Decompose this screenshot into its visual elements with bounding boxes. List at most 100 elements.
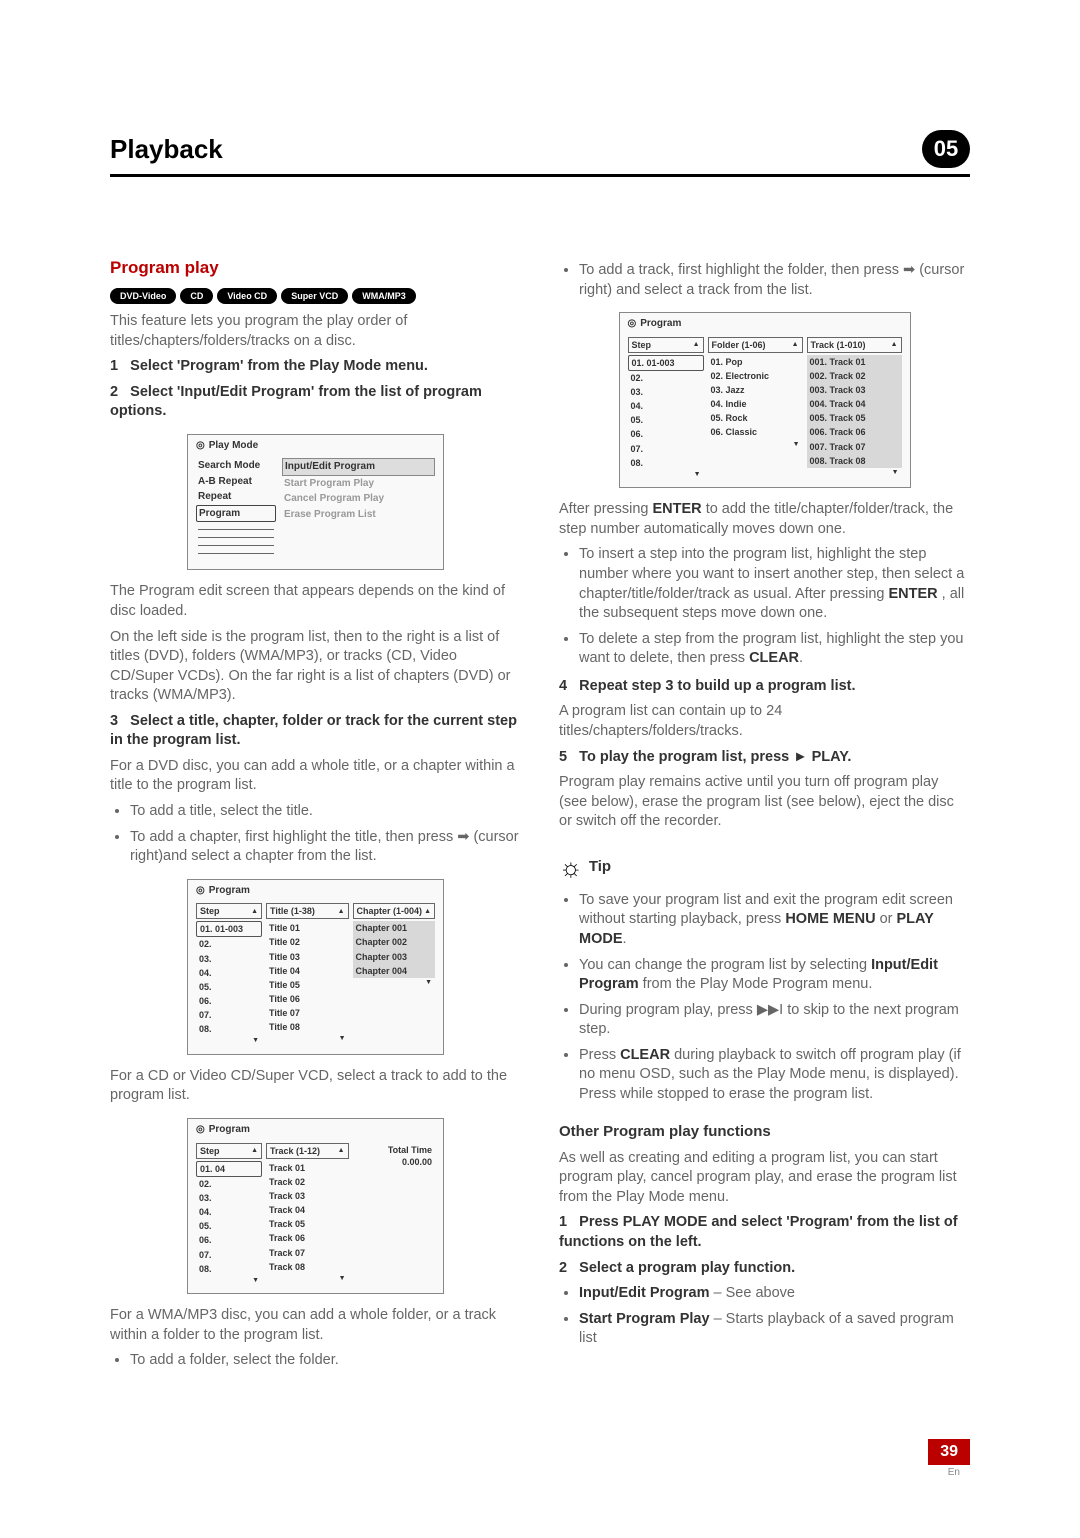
osd-title: Play Mode: [188, 435, 443, 457]
bullet-item: To add a folder, select the folder.: [130, 1351, 521, 1371]
osd-cell: 04.: [628, 399, 704, 413]
col-header: Folder (1-06): [708, 337, 803, 353]
step-1b: 1 Press PLAY MODE and select 'Program' f…: [559, 1213, 970, 1252]
osd-item: Start Program Play: [282, 476, 435, 492]
body-text: After pressing ENTER to add the title/ch…: [559, 500, 970, 539]
scroll-down-icon: [807, 468, 902, 477]
osd-cell: 01. 01-003: [196, 921, 262, 937]
badge-cd: CD: [180, 288, 213, 304]
osd-cell: Title 05: [266, 978, 349, 992]
osd-cell: 001. Track 01: [807, 355, 902, 369]
step-text: Select a program play function.: [579, 1260, 795, 1276]
osd-cell: 03.: [196, 952, 262, 966]
bullet-item: During program play, press ▶▶I to skip t…: [579, 1001, 970, 1040]
step-4: 4 Repeat step 3 to build up a program li…: [559, 677, 970, 697]
osd-cell: 004. Track 04: [807, 397, 902, 411]
osd-item-selected: Program: [196, 505, 276, 523]
osd-cell: Title 04: [266, 964, 349, 978]
osd-cell: Chapter 003: [353, 950, 436, 964]
step-number: 2: [559, 1260, 567, 1276]
step-text: Press PLAY MODE and select 'Program' fro…: [559, 1214, 958, 1250]
osd-cell: 007. Track 07: [807, 440, 902, 454]
osd-cell: 04.: [196, 966, 262, 980]
osd-cell: 05. Rock: [708, 411, 803, 425]
osd-title: Program: [620, 313, 910, 335]
subheading: Other Program play functions: [559, 1122, 970, 1142]
osd-cell: 06.: [196, 1233, 262, 1247]
osd-cell: 06. Classic: [708, 425, 803, 439]
bullet-list: To add a track, first highlight the fold…: [559, 261, 970, 300]
osd-cell: Track 04: [266, 1203, 349, 1217]
page-language: En: [110, 1467, 970, 1478]
page-footer: 39 En: [110, 1439, 970, 1478]
bullet-list: To add a folder, select the folder.: [110, 1351, 521, 1371]
bullet-item: Press CLEAR during playback to switch of…: [579, 1046, 970, 1105]
scroll-down-icon: [266, 1034, 349, 1043]
osd-cell: 05.: [628, 413, 704, 427]
body-text: Program play remains active until you tu…: [559, 773, 970, 832]
bullet-item: To insert a step into the program list, …: [579, 545, 970, 623]
osd-cell: 002. Track 02: [807, 369, 902, 383]
osd-cell: Track 03: [266, 1189, 349, 1203]
osd-cell: Track 06: [266, 1231, 349, 1245]
osd-item: Cancel Program Play: [282, 491, 435, 507]
step-1: 1 Select 'Program' from the Play Mode me…: [110, 357, 521, 377]
step-2: 2 Select 'Input/Edit Program' from the l…: [110, 383, 521, 422]
osd-cell: 008. Track 08: [807, 454, 902, 468]
step-number: 1: [110, 358, 118, 374]
col-header: Track (1-010): [807, 337, 902, 353]
right-arrow-icon: ➡: [457, 829, 469, 845]
document-page: Playback 05 Program play DVD-Video CD Vi…: [0, 0, 1080, 1538]
osd-cell: 06.: [196, 994, 262, 1008]
total-time: Total Time 0.00.00: [353, 1143, 436, 1169]
body-text: For a WMA/MP3 disc, you can add a whole …: [110, 1306, 521, 1345]
format-badges: DVD-Video CD Video CD Super VCD WMA/MP3: [110, 288, 521, 304]
tip-header: ☼ Tip: [559, 850, 970, 885]
osd-cell: 03.: [196, 1191, 262, 1205]
osd-cell: 07.: [196, 1248, 262, 1262]
osd-cell: 02. Electronic: [708, 369, 803, 383]
osd-item: Search Mode: [196, 458, 276, 474]
bullet-item: Start Program Play – Starts playback of …: [579, 1310, 970, 1349]
osd-cell: 03.: [628, 385, 704, 399]
bullet-item: To add a track, first highlight the fold…: [579, 261, 970, 300]
bullet-item: To save your program list and exit the p…: [579, 891, 970, 950]
osd-title: Program: [188, 880, 443, 902]
bullet-list: Input/Edit Program – See above Start Pro…: [559, 1284, 970, 1349]
tip-list: To save your program list and exit the p…: [559, 891, 970, 1105]
bullet-list: To add a title, select the title. To add…: [110, 802, 521, 867]
step-2b: 2 Select a program play function.: [559, 1259, 970, 1279]
osd-right-list: Input/Edit Program Start Program Play Ca…: [282, 458, 435, 561]
key-enter: ENTER: [888, 586, 937, 602]
osd-cell: Chapter 002: [353, 935, 436, 949]
bullet-list: To insert a step into the program list, …: [559, 545, 970, 668]
step-number: 1: [559, 1214, 567, 1230]
scroll-down-icon: [628, 470, 704, 479]
osd-cell: 003. Track 03: [807, 383, 902, 397]
osd-cell: 01. 01-003: [628, 355, 704, 371]
osd-title: Program: [188, 1119, 443, 1141]
osd-cell: Track 01: [266, 1161, 349, 1175]
osd-item-highlight: Input/Edit Program: [282, 458, 435, 476]
right-arrow-icon: ➡: [903, 262, 915, 278]
osd-cell: Track 05: [266, 1217, 349, 1231]
chapter-title: Playback: [110, 134, 223, 165]
key-home-menu: HOME MENU: [785, 911, 875, 927]
section-heading: Program play: [110, 257, 521, 280]
scroll-down-icon: [353, 978, 436, 987]
col-header: Chapter (1-004): [353, 903, 436, 919]
osd-cell: 02.: [196, 937, 262, 951]
col-header: Step: [196, 903, 262, 919]
key-start-program: Start Program Play: [579, 1311, 710, 1327]
scroll-down-icon: [196, 1276, 262, 1285]
bullet-item: Input/Edit Program – See above: [579, 1284, 970, 1304]
osd-item: Erase Program List: [282, 507, 435, 523]
scroll-down-icon: [196, 1036, 262, 1045]
body-text: As well as creating and editing a progra…: [559, 1149, 970, 1208]
osd-item: Repeat: [196, 489, 276, 505]
step-number: 3: [110, 713, 118, 729]
bullet-item: You can change the program list by selec…: [579, 956, 970, 995]
step-number: 4: [559, 678, 567, 694]
chapter-number-badge: 05: [922, 130, 970, 168]
osd-cell: Chapter 004: [353, 964, 436, 978]
